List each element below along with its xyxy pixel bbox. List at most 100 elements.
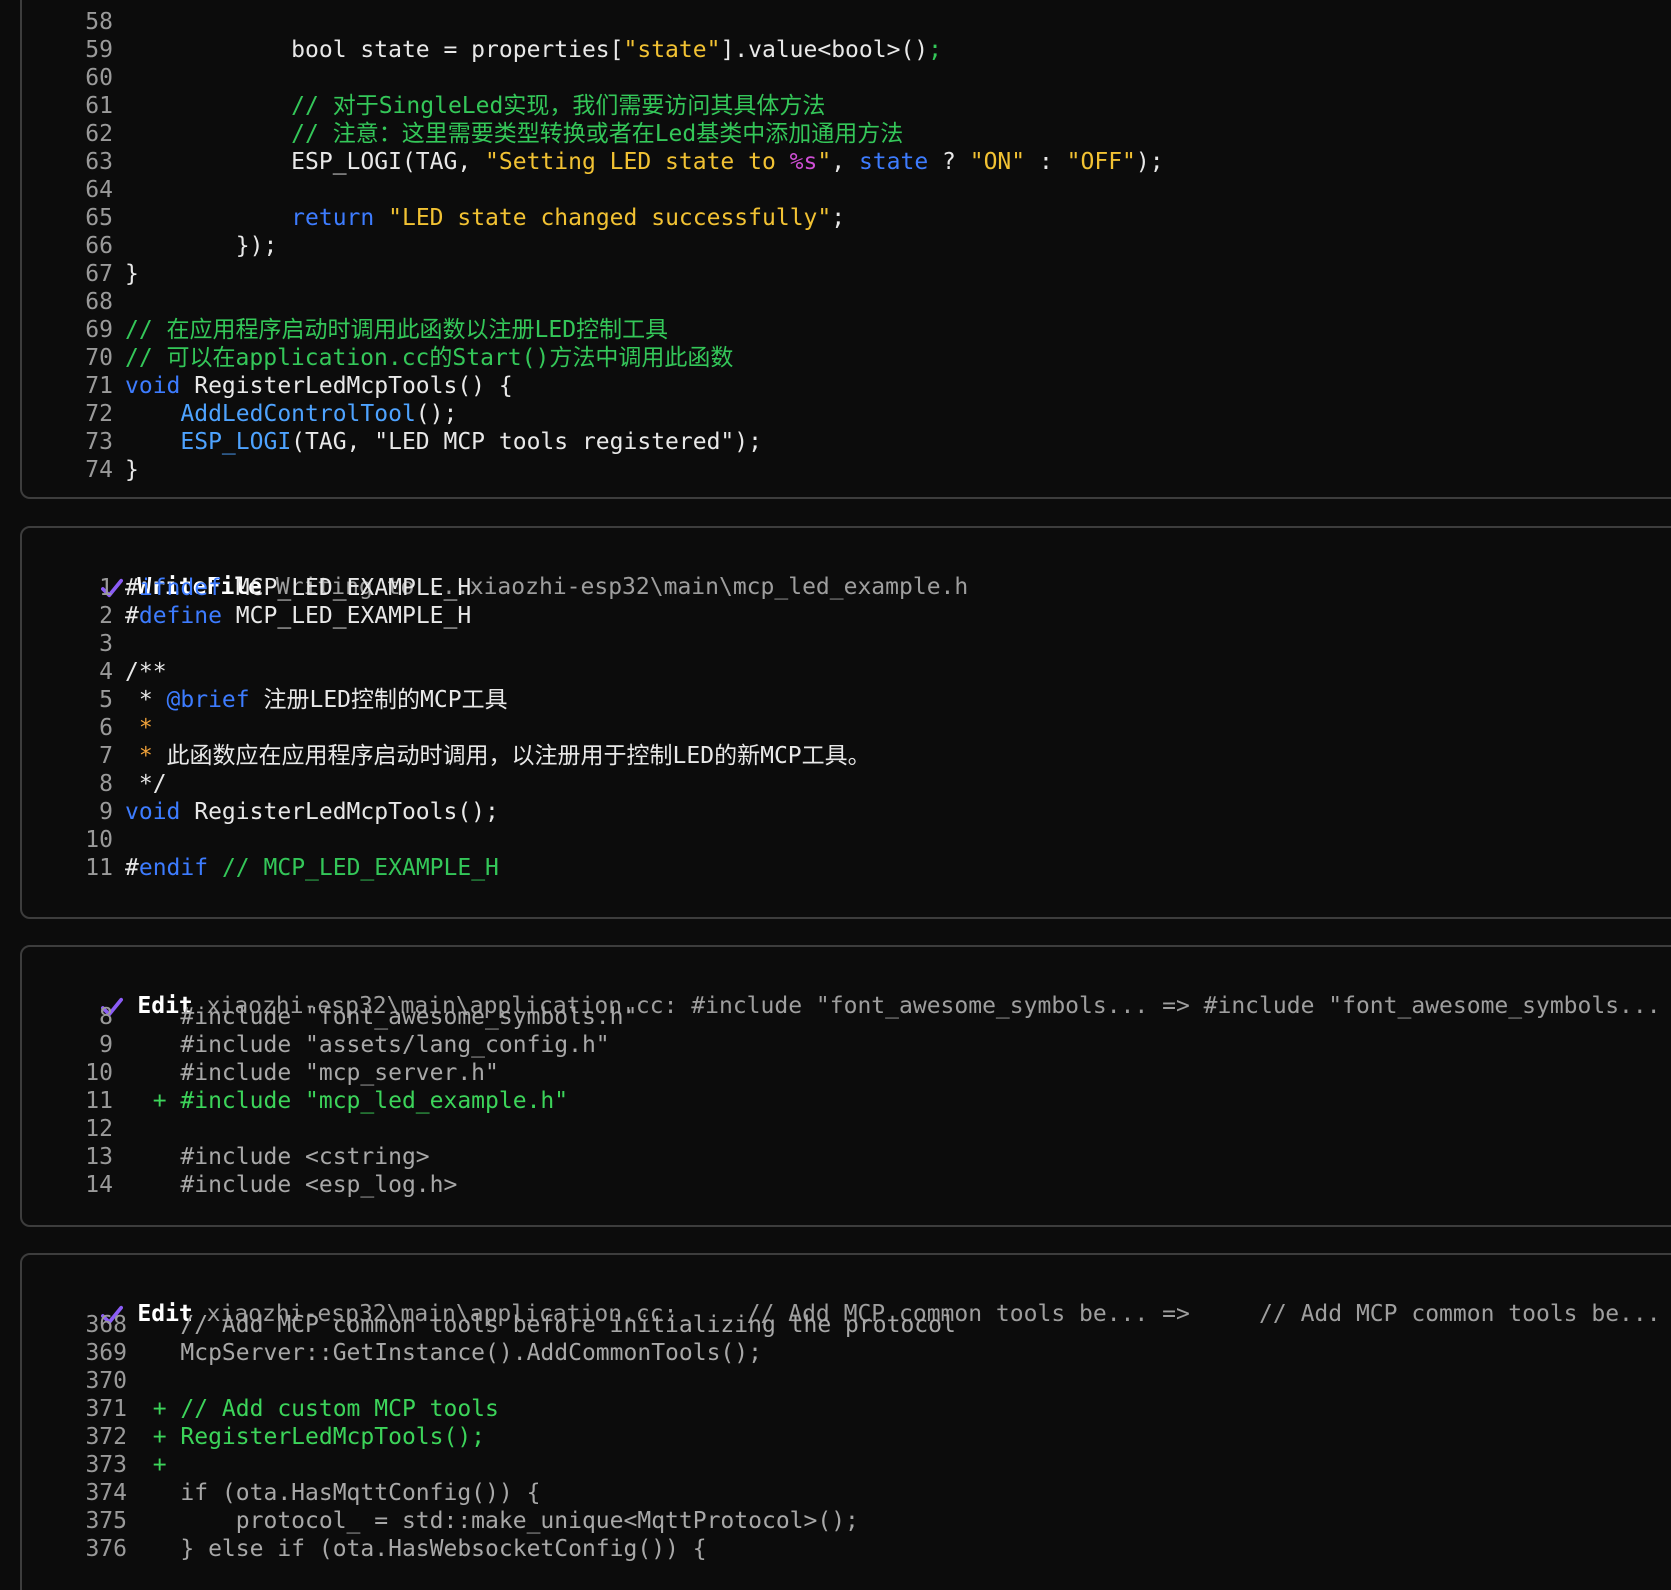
line-number: 368: [85, 1312, 127, 1338]
code-token: #include "mcp_server.h": [125, 1060, 499, 1086]
code-token: ;: [928, 37, 943, 63]
code-token: + #include "mcp_led_example.h": [125, 1088, 569, 1114]
code-line: 8 */: [22, 770, 1662, 798]
code-token: *: [125, 715, 153, 741]
line-number: 374: [85, 1480, 127, 1506]
code-token: // 对于SingleLed实现，我们需要访问其具体方法: [125, 93, 826, 119]
code-token: }: [125, 261, 139, 287]
code-line: 3: [22, 630, 1662, 658]
line-number: 14: [85, 1172, 113, 1198]
code-token: %s: [789, 149, 818, 175]
code-line: 374 if (ota.HasMqttConfig()) {: [22, 1479, 1662, 1507]
code-token: #: [125, 575, 139, 601]
code-line: 66 });: [22, 232, 1662, 260]
writefile-panel: WriteFile Writing to ...xiaozhi-esp32\ma…: [20, 526, 1671, 919]
code-token: "Setting LED state to: [485, 149, 790, 175]
line-number: 13: [85, 1144, 113, 1170]
code-line: 11 #endif // MCP_LED_EXAMPLE_H: [22, 854, 1662, 882]
code-text: if (ota.HasMqttConfig()) {: [125, 1479, 540, 1507]
code-line: 369 McpServer::GetInstance().AddCommonTo…: [22, 1339, 1662, 1367]
code-text: // 注意：这里需要类型转换或者在Led基类中添加通用方法: [125, 120, 903, 148]
code-token: 此函数应在应用程序启动时调用，以注册用于控制LED的新MCP工具。: [152, 743, 871, 769]
code-token: // 在应用程序启动时调用此函数以注册LED控制工具: [125, 317, 669, 343]
code-token: *: [125, 687, 167, 713]
code-token: state: [858, 149, 929, 175]
code-text: * @brief 注册LED控制的MCP工具: [125, 686, 508, 714]
code-text: ESP_LOGI(TAG, "Setting LED state to %s",…: [125, 148, 1164, 176]
code-text: #endif // MCP_LED_EXAMPLE_H: [125, 854, 499, 882]
code-token: // 可以在application.cc的Start()方法中调用此函数: [125, 345, 734, 371]
code-line: 10: [22, 826, 1662, 854]
code-text: #define MCP_LED_EXAMPLE_H: [125, 602, 471, 630]
code-token: 注册LED控制的MCP工具: [249, 687, 508, 713]
code-text: void RegisterLedMcpTools() {: [125, 372, 513, 400]
code-line: 72 AddLedControlTool();: [22, 400, 1662, 428]
code-line: 7 * 此函数应在应用程序启动时调用，以注册用于控制LED的新MCP工具。: [22, 742, 1662, 770]
code-token: #include <esp_log.h>: [125, 1172, 458, 1198]
code-line: 64: [22, 176, 1662, 204]
line-number: 8: [99, 771, 113, 797]
line-number: 64: [85, 177, 113, 203]
line-number: 372: [85, 1424, 127, 1450]
code-text: McpServer::GetInstance().AddCommonTools(…: [125, 1339, 762, 1367]
code-line: 4 /**: [22, 658, 1662, 686]
code-token: if (ota.HasMqttConfig()) {: [125, 1480, 541, 1506]
code-token: @brief: [166, 687, 250, 713]
code-text: } else if (ota.HasWebsocketConfig()) {: [125, 1535, 706, 1563]
code-token: #include <cstring>: [125, 1144, 430, 1170]
code-text: // 可以在application.cc的Start()方法中调用此函数: [125, 344, 733, 372]
code-token: ?: [928, 149, 970, 175]
line-number: 369: [85, 1340, 127, 1366]
code-token: McpServer::GetInstance().AddCommonTools(…: [125, 1340, 762, 1366]
line-number: 73: [85, 429, 113, 455]
line-number: 63: [85, 149, 113, 175]
code-line: 9 void RegisterLedMcpTools();: [22, 798, 1662, 826]
code-line: 61 // 对于SingleLed实现，我们需要访问其具体方法: [22, 92, 1662, 120]
code-token: ;: [831, 205, 846, 231]
code-token: void: [125, 799, 181, 825]
code-token: #include "assets/lang_config.h": [125, 1032, 610, 1058]
code-token: ESP_LOGI(TAG,: [125, 149, 486, 175]
code-token: void: [125, 373, 181, 399]
line-number: 3: [99, 631, 113, 657]
code-line: 71 void RegisterLedMcpTools() {: [22, 372, 1662, 400]
line-number: 60: [85, 65, 113, 91]
code-panel-top: 58 59 bool state = properties["state"].va…: [20, 0, 1671, 499]
code-token: "LED state changed successfully": [388, 205, 832, 231]
code-token: :: [1025, 149, 1067, 175]
line-number: 4: [99, 659, 113, 685]
code-token: ].value<bool>(): [720, 37, 929, 63]
line-number: 74: [85, 457, 113, 483]
code-text: }: [125, 260, 139, 288]
code-line: 62 // 注意：这里需要类型转换或者在Led基类中添加通用方法: [22, 120, 1662, 148]
code-line: 73 ESP_LOGI(TAG, "LED MCP tools register…: [22, 428, 1662, 456]
line-number: 72: [85, 401, 113, 427]
line-number: 58: [85, 9, 113, 35]
code-line: 373 +: [22, 1451, 1662, 1479]
code-line: 58: [22, 8, 1662, 36]
code-text: return "LED state changed successfully";: [125, 204, 845, 232]
line-number: 70: [85, 345, 113, 371]
code-token: MCP_LED_EXAMPLE_H: [221, 603, 472, 629]
code-line: 14 #include <esp_log.h>: [22, 1171, 1662, 1199]
code-line: 371 + // Add custom MCP tools: [22, 1395, 1662, 1423]
line-number: 65: [85, 205, 113, 231]
code-text: #include "mcp_server.h": [125, 1059, 499, 1087]
line-number: 9: [99, 1032, 113, 1058]
code-text: #include <cstring>: [125, 1143, 430, 1171]
code-line: 375 protocol_ = std::make_unique<MqttPro…: [22, 1507, 1662, 1535]
code-line: 368 // Add MCP common tools before initi…: [22, 1311, 1662, 1339]
code-line: 370: [22, 1367, 1662, 1395]
code-token: + // Add custom MCP tools: [125, 1396, 499, 1422]
line-number: 12: [85, 1116, 113, 1142]
code-text: // 对于SingleLed实现，我们需要访问其具体方法: [125, 92, 825, 120]
code-token: );: [1135, 149, 1164, 175]
code-line: 13 #include <cstring>: [22, 1143, 1662, 1171]
code-token: (TAG, "LED MCP tools registered");: [291, 429, 762, 455]
code-token: */: [125, 771, 167, 797]
code-text: #ifndef MCP_LED_EXAMPLE_H: [125, 574, 471, 602]
code-text: void RegisterLedMcpTools();: [125, 798, 499, 826]
code-line: 70 // 可以在application.cc的Start()方法中调用此函数: [22, 344, 1662, 372]
